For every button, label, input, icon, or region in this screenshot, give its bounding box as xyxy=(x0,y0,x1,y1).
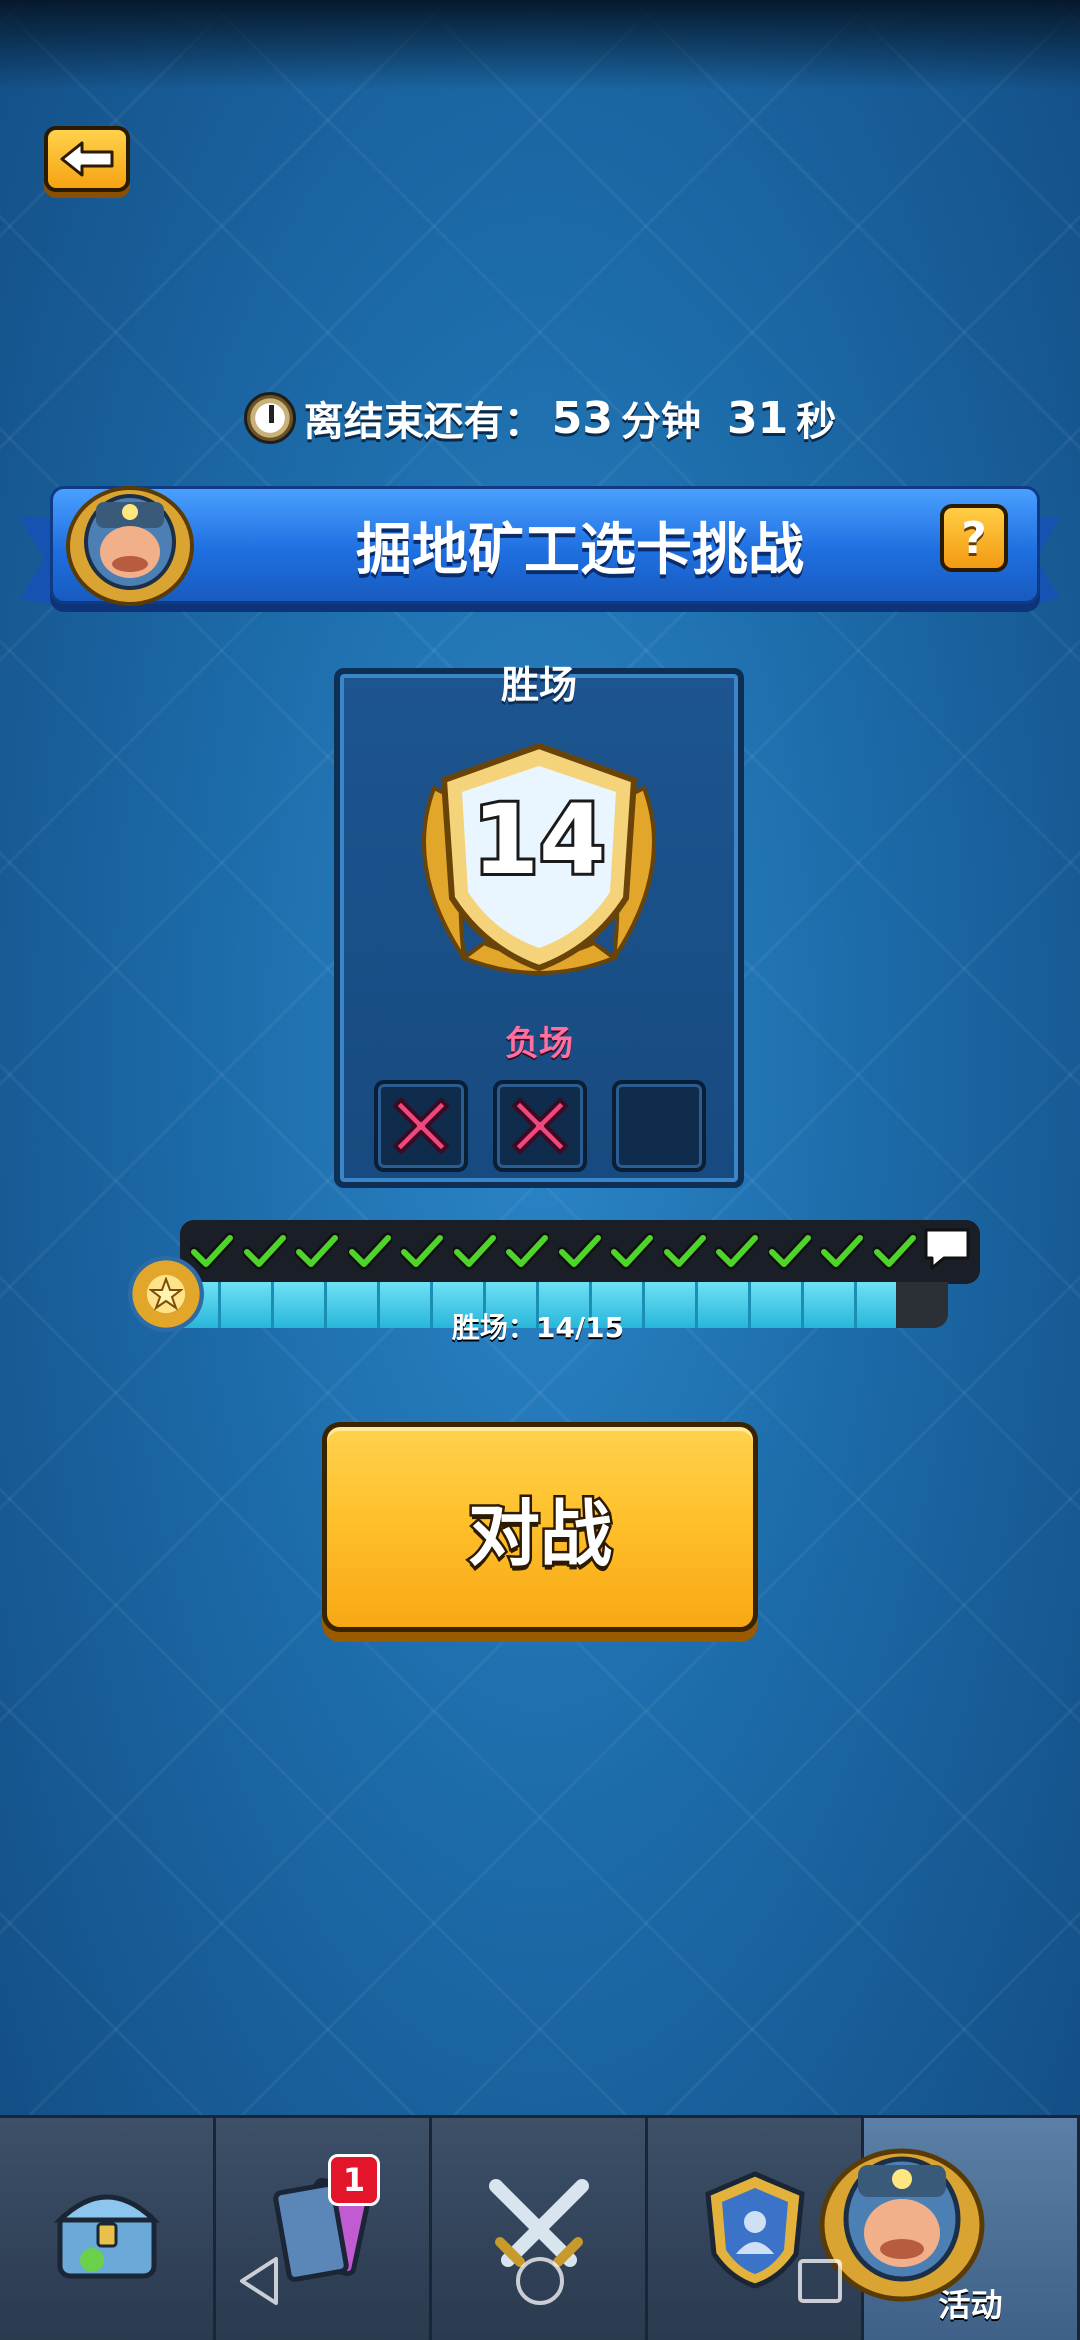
win-check-4 xyxy=(344,1225,397,1279)
nav-item-battle[interactable] xyxy=(432,2118,648,2340)
wins-label: 胜场 xyxy=(500,663,577,707)
loss-slot-1 xyxy=(374,1080,468,1172)
checkmark-icon xyxy=(610,1232,655,1270)
timer-seconds-unit: 秒 xyxy=(796,399,837,445)
x-mark-icon xyxy=(512,1098,568,1154)
checkmark-icon xyxy=(190,1232,235,1270)
win-check-8 xyxy=(554,1225,607,1279)
checkmark-icon xyxy=(400,1232,445,1270)
wins-panel: 胜场 14 负场 xyxy=(334,663,744,1188)
win-check-11 xyxy=(711,1225,764,1279)
timer-seconds: 31 xyxy=(727,392,789,444)
nav-item-cards[interactable]: 1 xyxy=(216,2118,432,2340)
win-check-5 xyxy=(396,1225,449,1279)
x-mark-icon xyxy=(393,1098,449,1154)
crossed-swords-icon xyxy=(488,2179,589,2267)
timer-minutes-unit: 分钟 xyxy=(621,399,701,445)
checkmark-icon xyxy=(242,1232,287,1270)
clan-icon xyxy=(704,2171,805,2289)
win-check-6 xyxy=(449,1225,502,1279)
win-check-10 xyxy=(659,1225,712,1279)
losses-label: 负场 xyxy=(505,1024,573,1064)
win-check-14 xyxy=(869,1225,922,1279)
timer-prefix: 离结束还有： xyxy=(303,399,544,445)
checkmark-icon xyxy=(347,1232,392,1270)
help-button[interactable]: ? xyxy=(940,504,1008,572)
checkmark-icon xyxy=(662,1232,707,1270)
checkmark-icon xyxy=(872,1232,917,1270)
event-timer: 离结束还有： 53 分钟 31 秒 xyxy=(0,388,1080,448)
battle-button-label: 对战 xyxy=(465,1489,614,1578)
checkmark-icon xyxy=(295,1232,340,1270)
progress-text: 胜场：14/15 xyxy=(451,1311,625,1344)
win-check-13 xyxy=(816,1225,869,1279)
arrow-left-icon xyxy=(60,141,114,177)
win-check-12 xyxy=(764,1225,817,1279)
win-check-7 xyxy=(501,1225,554,1279)
notification-badge: 1 xyxy=(328,2154,380,2206)
checkmark-icon xyxy=(715,1232,760,1270)
win-check-9 xyxy=(606,1225,659,1279)
challenge-banner: 掘地矿工选卡挑战 ? xyxy=(20,478,1060,628)
nav-item-shop[interactable] xyxy=(0,2118,216,2340)
checkmark-icon xyxy=(767,1232,812,1270)
miner-icon xyxy=(819,2148,985,2302)
checkmark-icon xyxy=(557,1232,602,1270)
checkmark-icon xyxy=(820,1232,865,1270)
checkmark-icon xyxy=(452,1232,497,1270)
challenge-title: 掘地矿工选卡挑战 xyxy=(356,517,804,583)
chest-icon xyxy=(53,2194,160,2279)
chat-bubble-icon xyxy=(924,1228,970,1270)
win-check-2 xyxy=(239,1225,292,1279)
loss-slot-3 xyxy=(612,1080,706,1172)
top-shade xyxy=(0,0,1080,90)
checkmark-icon xyxy=(505,1232,550,1270)
win-check-3 xyxy=(291,1225,344,1279)
timer-minutes: 53 xyxy=(551,392,613,444)
wins-count: 14 xyxy=(469,781,609,899)
battle-button[interactable]: 对战 xyxy=(322,1422,758,1632)
win-checks-bar xyxy=(180,1220,980,1284)
loss-slot-2 xyxy=(493,1080,587,1172)
back-button[interactable] xyxy=(44,126,130,192)
clock-icon xyxy=(243,392,296,444)
